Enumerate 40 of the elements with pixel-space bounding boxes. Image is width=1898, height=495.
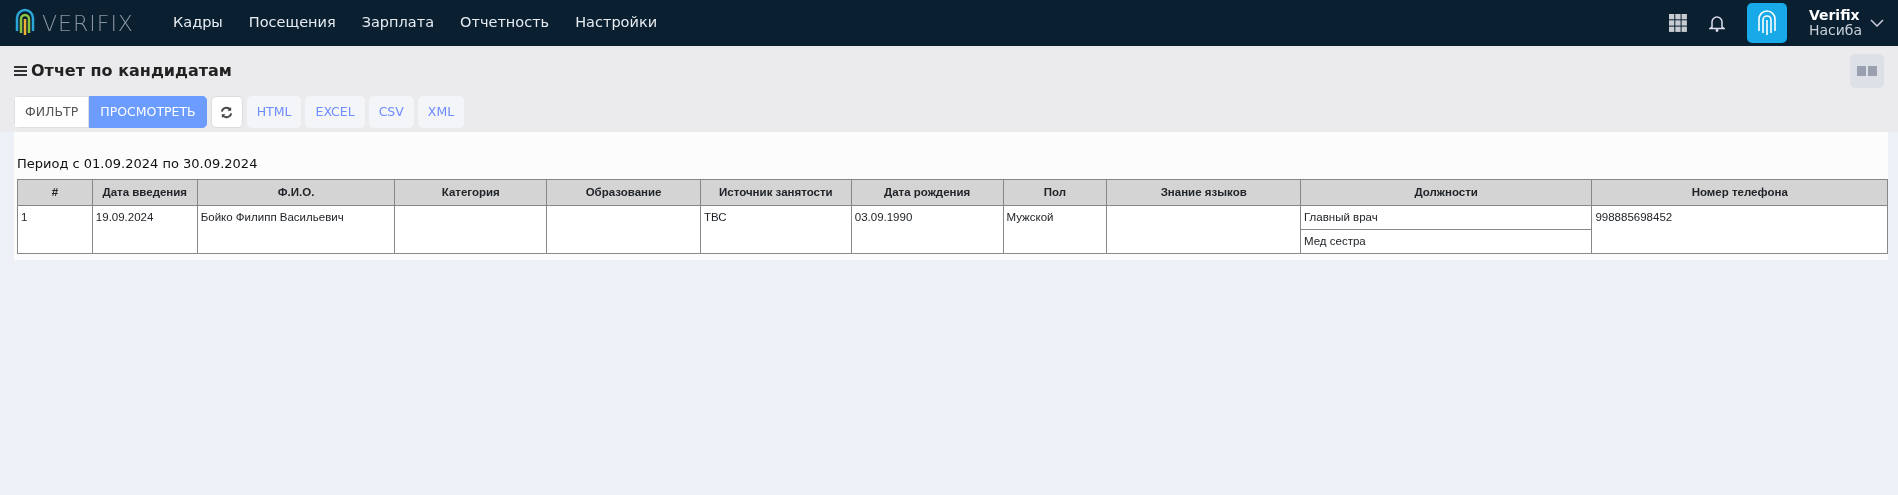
chevron-down-icon[interactable] [1870, 19, 1884, 27]
column-header: Пол [1003, 179, 1107, 206]
table-cell: Мужской [1006, 210, 1054, 223]
table-cell: Мед сестра [1304, 235, 1366, 247]
refresh-button[interactable] [210, 96, 243, 128]
nav-link[interactable]: Кадры [172, 12, 223, 34]
table-cell: ТВС [704, 210, 727, 223]
table-cell: 998885698452 [1595, 210, 1673, 223]
nav-link[interactable]: Отчетность [460, 12, 550, 34]
column-header: Должности [1300, 179, 1592, 206]
company-name: Verifix [1808, 7, 1861, 23]
column-header: Знание языков [1106, 179, 1301, 206]
table-cell: 19.09.2024 [95, 210, 154, 223]
menu-icon[interactable] [14, 65, 27, 77]
fingerprint-icon [1755, 9, 1778, 37]
fingerprint-button[interactable] [1746, 3, 1787, 43]
page-title: Отчет по кандидатам [31, 60, 232, 82]
table-cell: Главный врач [1304, 210, 1378, 223]
column-header: Категория [394, 179, 547, 206]
table-cell: Бойко Филипп Васильевич [200, 210, 344, 223]
table-cell: 1 [21, 210, 28, 223]
column-header: Источник занятости [700, 179, 852, 206]
nav-link[interactable]: Настройки [575, 12, 658, 34]
nav-link[interactable]: Зарплата [361, 12, 435, 34]
apps-grid-icon[interactable] [1668, 14, 1687, 32]
column-header: Ф.И.О. [197, 179, 395, 206]
column-header: # [17, 179, 93, 206]
logo-text: VERIFIX [42, 9, 134, 38]
translate-icon [1857, 66, 1877, 76]
mode-tab[interactable]: ФИЛЬТР [14, 96, 90, 128]
column-header: Дата введения [92, 179, 198, 206]
column-header: Дата рождения [851, 179, 1003, 206]
refresh-icon [220, 105, 234, 119]
user-name: Насиба [1808, 23, 1862, 39]
nav-link[interactable]: Посещения [248, 12, 336, 34]
bell-icon[interactable] [1708, 14, 1725, 32]
period-text: Период с 01.09.2024 по 30.09.2024 [17, 155, 259, 173]
column-header: Образование [546, 179, 701, 206]
column-header: Номер телефона [1591, 179, 1888, 206]
table-cell: 03.09.1990 [854, 210, 913, 223]
